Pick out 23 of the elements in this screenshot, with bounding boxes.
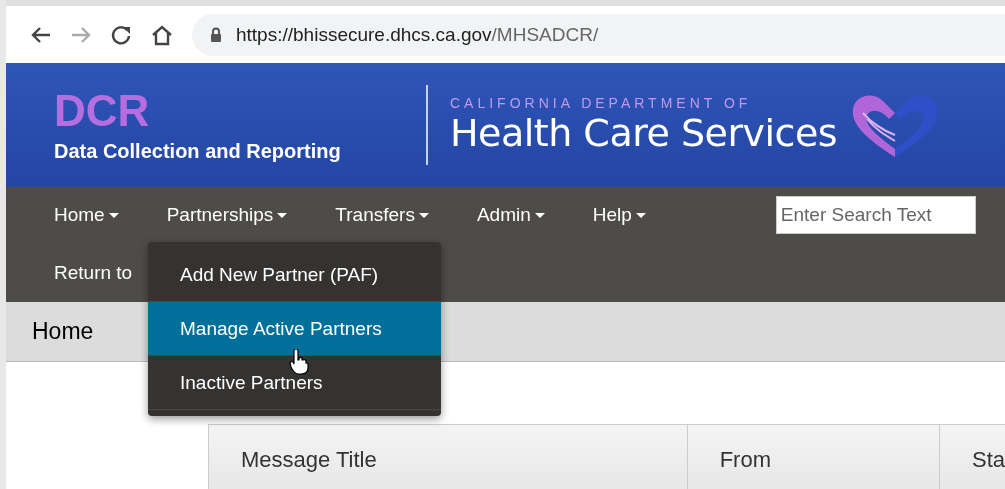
- lock-icon: [210, 27, 222, 42]
- search-field[interactable]: Enter Search Text: [775, 196, 976, 234]
- department-name: Health Care Services: [450, 111, 838, 155]
- column-header: From: [687, 425, 940, 489]
- back-icon[interactable]: [30, 24, 52, 45]
- nav-menu-item[interactable]: Partnerships: [166, 204, 288, 226]
- column-header: Sta: [970, 446, 1005, 474]
- nav-menu-item[interactable]: Help: [592, 204, 646, 226]
- dropdown-item[interactable]: Manage Active Partners: [148, 302, 441, 356]
- url-text: https://bhissecure.dhcs.ca.gov/MHSADCR/: [236, 23, 599, 46]
- breadcrumb-text: Home: [32, 318, 94, 345]
- nav-menu-item[interactable]: Admin: [476, 204, 545, 226]
- nav-menu-item[interactable]: Home: [54, 204, 119, 226]
- hand-cursor-icon: [289, 349, 309, 375]
- home-icon[interactable]: [150, 23, 174, 46]
- site-subtitle: Data Collection and Reporting: [54, 139, 342, 163]
- site-logo: DCR: [54, 87, 151, 134]
- column-header: Message Title: [209, 425, 688, 489]
- nav-menu-item[interactable]: Return to: [54, 261, 133, 284]
- department-line: CALIFORNIA DEPARTMENT OF: [450, 95, 753, 111]
- address-bar[interactable]: https://bhissecure.dhcs.ca.gov/MHSADCR/: [192, 13, 1005, 56]
- nav-menu-item[interactable]: Transfers: [335, 204, 429, 226]
- reload-icon[interactable]: [110, 23, 132, 46]
